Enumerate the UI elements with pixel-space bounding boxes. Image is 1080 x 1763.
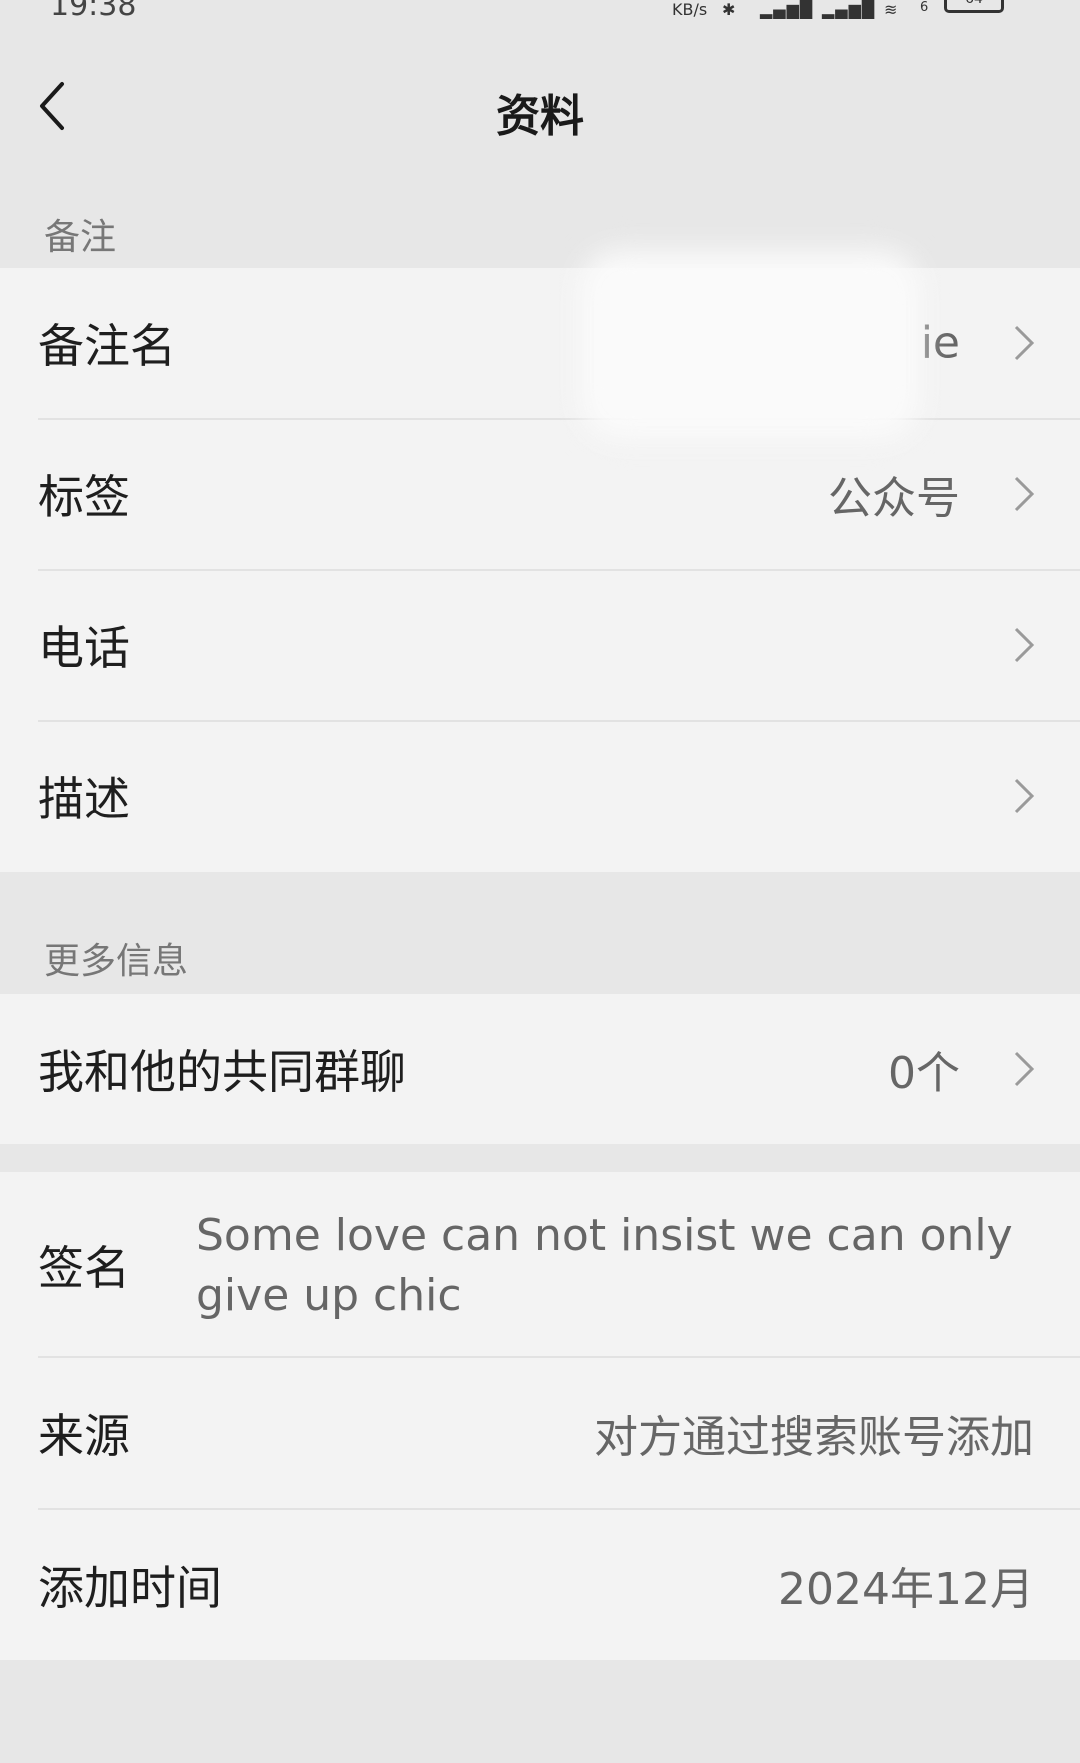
row-description[interactable]: 描述 (0, 721, 1080, 871)
signal-icon: ▂▄▆█ (760, 0, 814, 19)
row-phone[interactable]: 电话 (0, 570, 1080, 720)
row-label: 描述 (38, 772, 130, 826)
row-common-groups[interactable]: 我和他的共同群聊 0个 (0, 994, 1080, 1144)
row-label: 备注名 (38, 319, 176, 373)
chevron-right-icon (1014, 1051, 1035, 1087)
row-source: 来源 对方通过搜索账号添加 (0, 1358, 1080, 1508)
chevron-right-icon (1014, 627, 1035, 663)
signature-text: Some love can not insist we can only giv… (196, 1210, 1013, 1321)
page-title: 资料 (496, 91, 584, 142)
row-label: 电话 (38, 621, 130, 675)
chevron-right-icon (1014, 778, 1035, 814)
section-label-more: 更多信息 (44, 941, 189, 982)
signal-icon-2: ▂▄▆█ (822, 0, 876, 19)
row-value: 0个 (888, 1048, 960, 1099)
chevron-right-icon (1014, 476, 1035, 512)
bluetooth-icon: ✱ (722, 0, 737, 19)
network-rate: KB/s (672, 0, 708, 19)
row-add-time: 添加时间 2024年12月 (0, 1510, 1080, 1660)
row-label: 我和他的共同群聊 (38, 1045, 406, 1099)
row-label: 来源 (38, 1409, 130, 1463)
status-bar: 19:38 KB/s ✱ ▂▄▆█ ▂▄▆█ ≋ 6 64 (0, 0, 1080, 23)
row-label: 添加时间 (38, 1561, 222, 1615)
wifi-label: 6 (920, 0, 930, 15)
row-signature: 签名 Some love can not insist we can only … (0, 1172, 1080, 1357)
battery-icon: 64 (944, 0, 1004, 13)
more-group: 我和他的共同群聊 0个 (0, 994, 1080, 1144)
row-value: 2024年12月 (778, 1564, 1034, 1615)
row-value: 对方通过搜索账号添加 (594, 1412, 1034, 1463)
chevron-right-icon (1014, 325, 1035, 361)
row-label: 标签 (38, 470, 130, 524)
section-label-remark: 备注 (44, 217, 117, 258)
row-value: ie (920, 317, 960, 369)
status-time: 19:38 (50, 0, 137, 23)
wifi-icon: ≋ (884, 0, 899, 19)
header: 资料 (0, 40, 1080, 170)
row-value: 公众号 (828, 473, 960, 524)
redaction-blur (580, 250, 920, 440)
row-label: 签名 (38, 1240, 130, 1295)
row-tag[interactable]: 标签 公众号 (0, 419, 1080, 569)
info-group: 签名 Some love can not insist we can only … (0, 1172, 1080, 1660)
